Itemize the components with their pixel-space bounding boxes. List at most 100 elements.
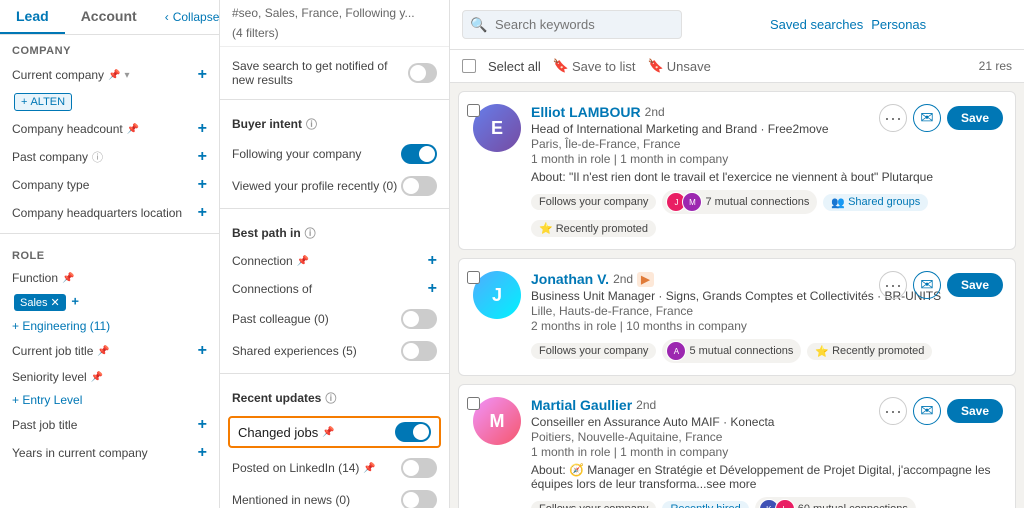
avatar-martial: M — [473, 397, 521, 445]
connections-of-row[interactable]: Connections of + — [220, 275, 449, 303]
entry-level-link[interactable]: + Entry Level — [0, 389, 219, 411]
message-jonathan[interactable]: ✉ — [913, 271, 941, 299]
select-all-label[interactable]: Select all — [488, 59, 541, 74]
mentioned-news-label: Mentioned in news (0) — [232, 493, 350, 507]
more-options-martial[interactable]: ··· — [879, 397, 907, 425]
changed-jobs-label: Changed jobs — [238, 425, 318, 440]
degree-martial: 2nd — [636, 398, 656, 412]
card-about-elliot: About: "Il n'est rien dont le travail et… — [531, 170, 1001, 184]
company-type-label: Company type — [12, 178, 89, 192]
mentioned-news-toggle[interactable] — [401, 490, 437, 508]
posted-linkedin-toggle[interactable] — [401, 458, 437, 478]
search-icon: 🔍 — [470, 16, 487, 33]
save-search-header: Save search to get notified of new resul… — [220, 47, 449, 93]
viewed-profile-toggle[interactable] — [401, 176, 437, 196]
card-checkbox-elliot[interactable] — [467, 104, 480, 117]
card-about-martial: About: 🧭 Manager en Stratégie et Dévelop… — [531, 463, 1001, 491]
company-type-filter[interactable]: Company type + — [0, 171, 219, 199]
following-company-toggle[interactable] — [401, 144, 437, 164]
add-job-title[interactable]: + — [198, 342, 207, 360]
left-panel: Lead Account ‹ Collapse Company Current … — [0, 0, 220, 508]
collapse-button[interactable]: ‹ Collapse — [153, 0, 220, 34]
add-current-company[interactable]: + — [198, 66, 207, 84]
message-martial[interactable]: ✉ — [913, 397, 941, 425]
sales-tag-row: Sales ✕ + — [0, 290, 219, 315]
tab-account[interactable]: Account — [65, 0, 153, 34]
add-headcount[interactable]: + — [198, 120, 207, 138]
save-jonathan[interactable]: Save — [947, 273, 1003, 297]
past-company-filter[interactable]: Past company ⓘ + — [0, 143, 219, 171]
results-toolbar: Select all 🔖 Save to list 🔖 Unsave 21 re… — [450, 50, 1024, 83]
active-filter-text: #seo, Sales, France, Following y... — [232, 6, 415, 20]
tab-lead[interactable]: Lead — [0, 0, 65, 34]
degree-elliot: 2nd — [645, 105, 665, 119]
promoted-icon: ⭐ — [539, 222, 553, 235]
years-current-filter[interactable]: Years in current company + — [0, 439, 219, 467]
search-input[interactable] — [462, 10, 682, 39]
select-all-checkbox[interactable] — [462, 59, 476, 73]
result-card-jonathan: J Jonathan V. 2nd ▶ Business Unit Manage… — [458, 258, 1016, 376]
role-section-title: Role — [0, 240, 219, 266]
save-search-toggle[interactable] — [408, 63, 437, 83]
past-colleague-toggle[interactable] — [401, 309, 437, 329]
function-filter[interactable]: Function 📌 — [0, 266, 219, 290]
add-connections-of[interactable]: + — [428, 280, 437, 298]
connection-row[interactable]: Connection 📌 + — [220, 247, 449, 275]
card-location-martial: Poitiers, Nouvelle-Aquitaine, France — [531, 430, 1001, 444]
current-company-filter[interactable]: Current company 📌 ▾ + — [0, 61, 219, 89]
card-duration-martial: 1 month in role | 1 month in company — [531, 445, 1001, 459]
save-elliot[interactable]: Save — [947, 106, 1003, 130]
card-duration-elliot: 1 month in role | 1 month in company — [531, 152, 1001, 166]
changed-jobs-box: Changed jobs 📌 — [228, 416, 441, 448]
current-job-title-filter[interactable]: Current job title 📌 + — [0, 337, 219, 365]
card-checkbox-martial[interactable] — [467, 397, 480, 410]
message-elliot[interactable]: ✉ — [913, 104, 941, 132]
add-company-type[interactable]: + — [198, 176, 207, 194]
tag-follows-martial: Follows your company — [531, 501, 656, 508]
save-to-list-button[interactable]: 🔖 Save to list — [553, 58, 636, 74]
card-actions-row-jonathan: ··· ✉ Save — [879, 271, 1003, 299]
add-past-job-title[interactable]: + — [198, 416, 207, 434]
personas-link[interactable]: Personas — [871, 17, 926, 32]
saved-searches-link[interactable]: Saved searches — [770, 17, 863, 32]
recent-updates-heading: Recent updates ⓘ — [220, 380, 449, 412]
viewed-profile-row: Viewed your profile recently (0) — [220, 170, 449, 202]
years-current-label: Years in current company — [12, 446, 148, 460]
seniority-filter[interactable]: Seniority level 📌 — [0, 365, 219, 389]
card-checkbox-jonathan[interactable] — [467, 271, 480, 284]
filter-count: (4 filters) — [232, 26, 279, 40]
company-hq-filter[interactable]: Company headquarters location + — [0, 199, 219, 227]
card-actions-elliot: ··· ✉ Save — [879, 104, 1003, 132]
bookmark-icon: 🔖 — [648, 58, 664, 74]
add-years-current[interactable]: + — [198, 444, 207, 462]
shared-experiences-toggle[interactable] — [401, 341, 437, 361]
remove-sales-tag[interactable]: ✕ — [51, 296, 60, 309]
tag-mutual-jonathan: A 5 mutual connections — [662, 339, 801, 363]
current-job-title-label: Current job title — [12, 344, 93, 358]
tabs-header: Lead Account ‹ Collapse — [0, 0, 219, 35]
tag-shared-groups-elliot: 👥 Shared groups — [823, 194, 928, 211]
buyer-intent-heading: Buyer intent ⓘ — [220, 106, 449, 138]
promoted-icon2: ⭐ — [815, 345, 829, 358]
engineering-link[interactable]: + Engineering (11) — [0, 315, 219, 337]
past-job-title-filter[interactable]: Past job title + — [0, 411, 219, 439]
add-company-hq[interactable]: + — [198, 204, 207, 222]
company-headcount-filter[interactable]: Company headcount 📌 + — [0, 115, 219, 143]
add-function[interactable]: + — [71, 294, 79, 309]
best-path-heading: Best path in ⓘ — [220, 215, 449, 247]
shared-experiences-label: Shared experiences (5) — [232, 344, 357, 358]
avatar-elliot: E — [473, 104, 521, 152]
card-location-elliot: Paris, Île-de-France, France — [531, 137, 1001, 151]
save-martial[interactable]: Save — [947, 399, 1003, 423]
more-options-elliot[interactable]: ··· — [879, 104, 907, 132]
tag-promoted-elliot: ⭐ Recently promoted — [531, 220, 656, 237]
posted-linkedin-label: Posted on LinkedIn (14) — [232, 461, 359, 475]
unsave-button[interactable]: 🔖 Unsave — [648, 58, 711, 74]
changed-jobs-toggle[interactable] — [395, 422, 431, 442]
best-path-info-icon: ⓘ — [305, 225, 316, 241]
pin-icon2: 📌 — [127, 124, 139, 135]
add-past-company[interactable]: + — [198, 148, 207, 166]
add-connection[interactable]: + — [428, 252, 437, 270]
right-panel: 🔍 Saved searches Personas Select all 🔖 S… — [450, 0, 1024, 508]
more-options-jonathan[interactable]: ··· — [879, 271, 907, 299]
